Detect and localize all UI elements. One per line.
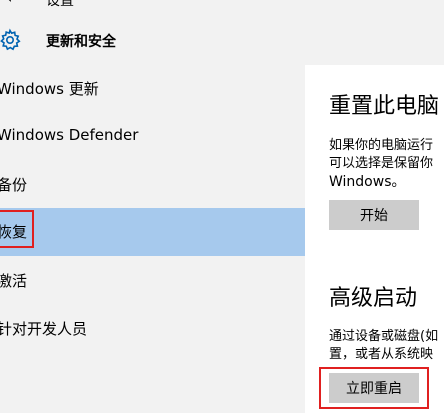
advanced-startup-title: 高级启动 [329,286,418,311]
sidebar-item-label: Windows Defender [0,126,139,144]
sidebar-item-windows-defender[interactable]: Windows Defender [0,113,305,161]
highlight-box [319,367,429,409]
gear-icon [0,28,21,51]
sidebar-item-backup[interactable]: 备份 [0,161,305,209]
description-line: 置，或者从系统映 [329,347,434,362]
page-title: 更新和安全 [46,34,116,50]
sidebar: Windows 更新 Windows Defender 备份 恢复 激活 针对开… [0,65,305,413]
advanced-startup-description: 通过设备或磁盘(如 置，或者从系统映 [329,328,438,364]
sidebar-item-activation[interactable]: 激活 [0,257,305,305]
description-line: 可以选择是保留你 [329,156,434,171]
description-line: 如果你的电脑运行 [329,138,434,153]
reset-section-description: 如果你的电脑运行 可以选择是保留你 Windows。 [329,137,433,191]
sidebar-item-label: 针对开发人员 [0,320,88,338]
reset-section-title: 重置此电脑 [329,94,440,119]
sidebar-item-label: 激活 [0,272,28,290]
sidebar-item-windows-update[interactable]: Windows 更新 [0,65,305,113]
sidebar-item-recovery[interactable]: 恢复 [0,208,305,256]
back-label: 设置 [46,0,74,9]
highlight-box [0,210,34,248]
settings-window: ‹ 设置 更新和安全 Windows 更新 Windows Defender 备… [0,0,444,413]
sidebar-item-label: Windows 更新 [0,80,99,98]
description-line: 通过设备或磁盘(如 [329,329,439,344]
title-bar: ‹ 设置 更新和安全 [0,0,444,65]
sidebar-item-for-developers[interactable]: 针对开发人员 [0,305,305,353]
start-reset-button[interactable]: 开始 [329,200,419,230]
back-row[interactable]: ‹ 设置 [0,0,120,10]
description-line: Windows。 [329,174,406,190]
back-arrow-icon[interactable]: ‹ [6,0,12,7]
page-header: 更新和安全 [0,28,300,56]
sidebar-item-label: 备份 [0,176,28,194]
